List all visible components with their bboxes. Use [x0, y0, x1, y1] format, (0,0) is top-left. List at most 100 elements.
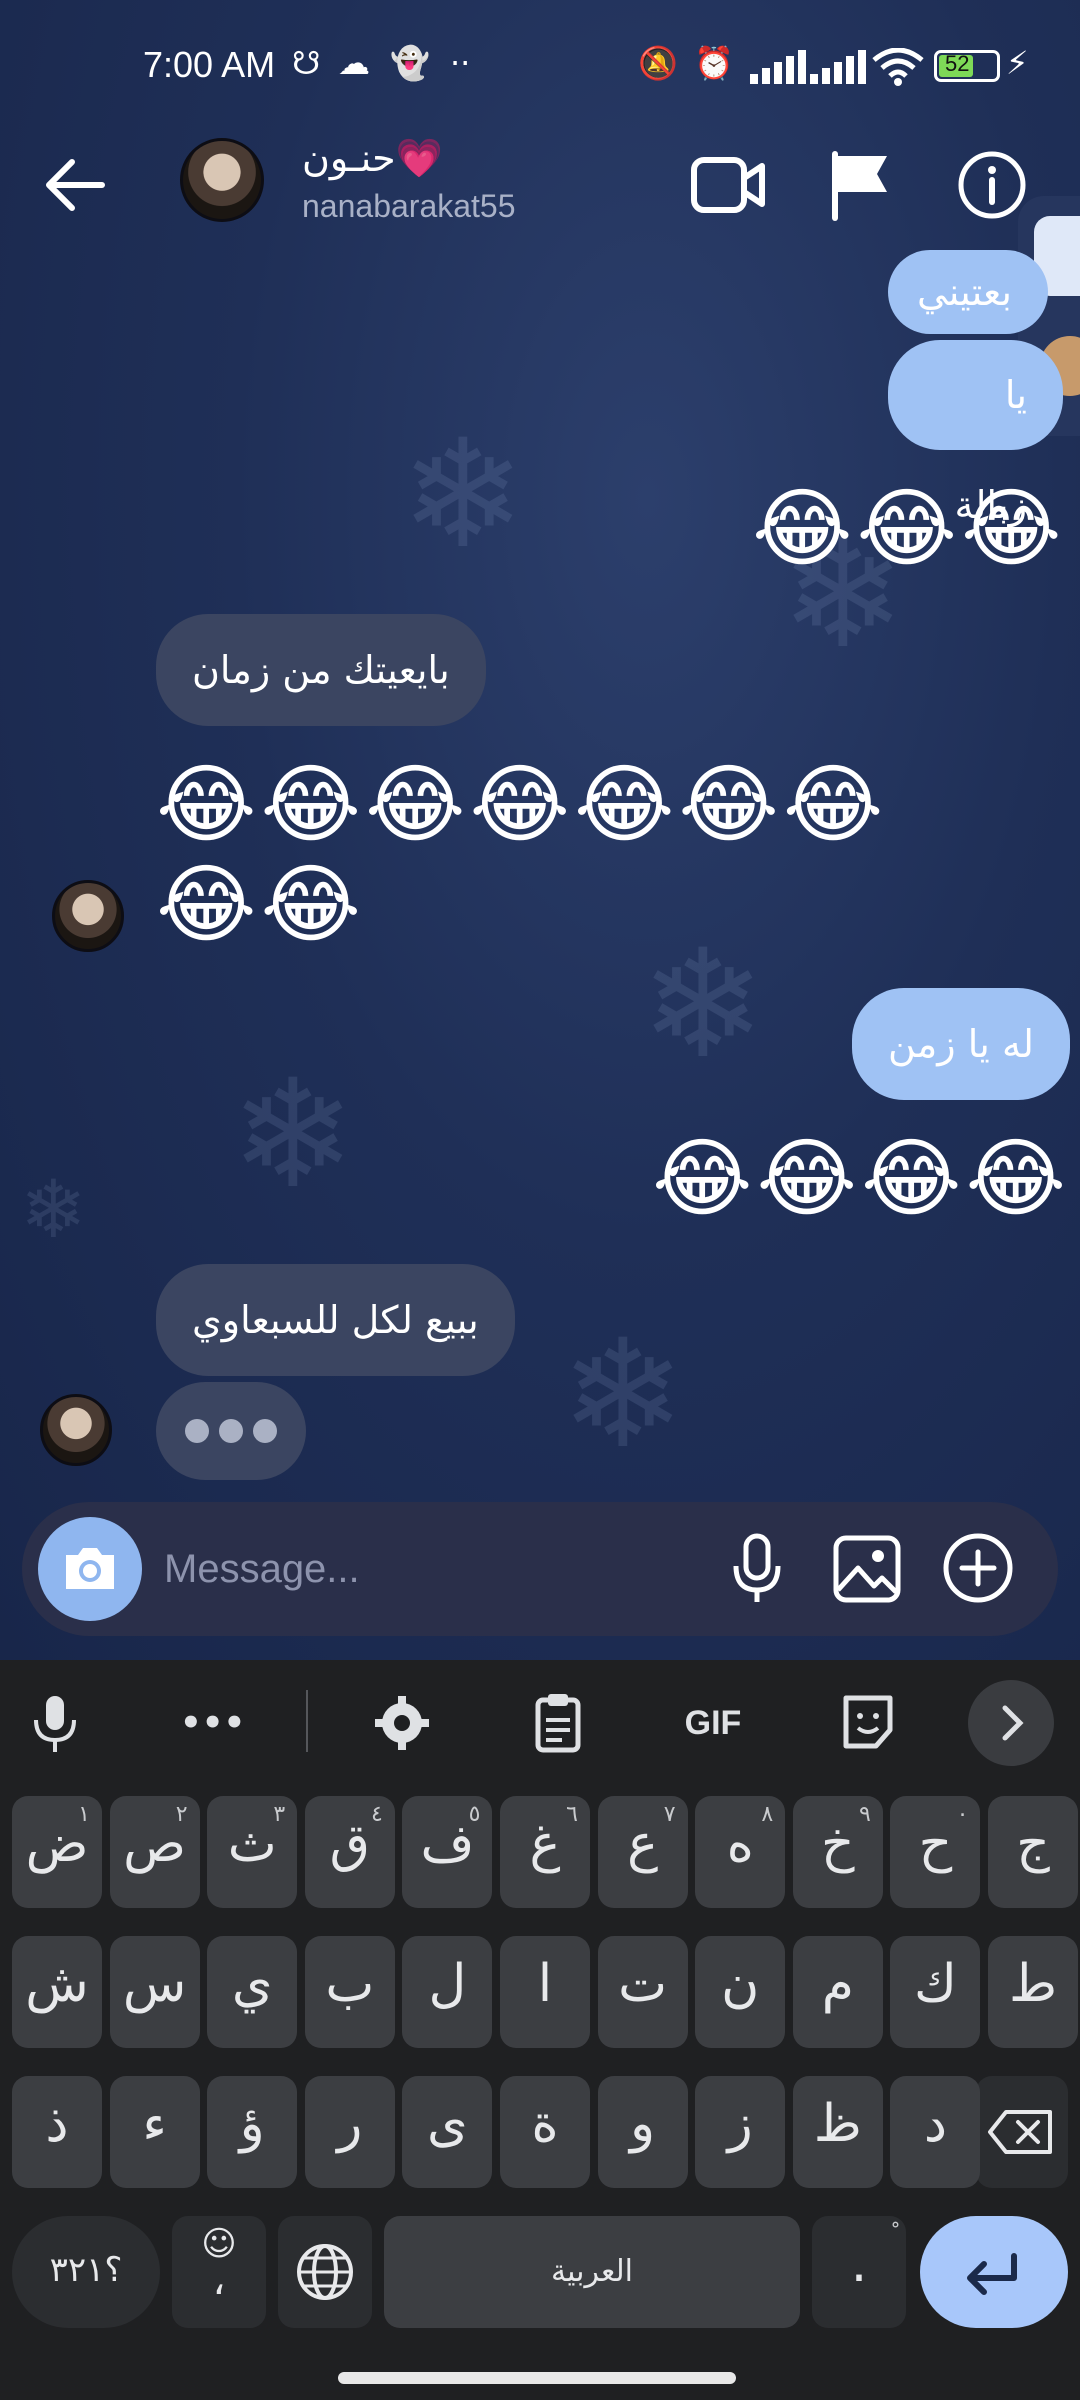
key-label: ي — [231, 1954, 273, 2014]
letter-key[interactable]: غ٦ — [500, 1796, 590, 1908]
emoji-message-out[interactable]: 😂😂😂😂 — [652, 1136, 1070, 1222]
letter-key[interactable]: ح٠ — [890, 1796, 981, 1908]
emoji-comma-key[interactable]: ☺ ، — [172, 2216, 266, 2328]
letter-key[interactable]: ش — [12, 1936, 102, 2048]
battery-level: 52 — [945, 51, 970, 76]
message-bubble-in[interactable]: بايعيتك من زمان — [156, 614, 486, 726]
letter-key[interactable]: س — [109, 1936, 200, 2048]
key-label: م — [821, 1954, 854, 2014]
letter-key[interactable]: ق٤ — [304, 1796, 395, 1908]
key-hint: ٤ — [370, 1802, 383, 1827]
back-button[interactable] — [40, 150, 110, 220]
mute-icon: 🔕 — [638, 44, 678, 82]
message-bubble-out[interactable]: له يا زمن — [852, 988, 1070, 1100]
key-hint: ٩ — [858, 1802, 871, 1827]
more-notifications-icon: ·· — [450, 44, 471, 82]
enter-icon — [967, 2253, 1017, 2295]
letter-key[interactable]: ث٣ — [207, 1796, 298, 1908]
numbers-key[interactable]: ؟٣٢١ — [12, 2216, 160, 2328]
letter-key[interactable]: ذ — [12, 2076, 102, 2188]
letter-key[interactable]: ب — [304, 1936, 395, 2048]
contact-avatar[interactable] — [180, 138, 264, 222]
notification-icon: ☋ — [292, 44, 321, 82]
key-label: ؤ — [239, 2094, 265, 2154]
letter-key[interactable]: ر — [304, 2076, 395, 2188]
flag-button[interactable] — [825, 148, 895, 222]
key-label: ك — [913, 1954, 957, 2014]
letter-key[interactable]: د — [890, 2076, 981, 2188]
letter-key[interactable]: م — [792, 1936, 883, 2048]
battery-icon: 52 — [934, 50, 1000, 82]
emoji-message-in[interactable]: 😂😂😂😂😂😂😂 — [156, 762, 887, 848]
charging-icon: ⚡ — [1006, 44, 1029, 82]
key-label: د — [923, 2094, 947, 2154]
gallery-button[interactable] — [830, 1532, 904, 1606]
status-bar: 7:00 AM ☋ ☁ 👻 ·· 🔕 ⏰ 52 ⚡ — [0, 0, 1080, 130]
sender-avatar[interactable] — [40, 1394, 112, 1466]
typing-dot — [185, 1419, 209, 1443]
home-indicator[interactable] — [338, 2372, 736, 2384]
letter-key[interactable]: ي — [207, 1936, 298, 2048]
letter-key[interactable]: ى — [402, 2076, 493, 2188]
toolbar-divider — [306, 1690, 308, 1752]
language-key[interactable] — [278, 2216, 372, 2328]
clipboard-icon[interactable] — [530, 1690, 586, 1756]
letter-key[interactable]: و — [597, 2076, 688, 2188]
sticker-icon[interactable] — [840, 1690, 896, 1756]
key-label: ش — [25, 1954, 89, 2014]
key-label: ل — [428, 1954, 467, 2014]
letter-key[interactable]: ؤ — [207, 2076, 298, 2188]
letter-key[interactable]: ظ — [792, 2076, 883, 2188]
key-label: ت — [618, 1954, 668, 2014]
more-options-button[interactable]: ••• — [180, 1690, 245, 1756]
letter-key[interactable]: خ٩ — [792, 1796, 883, 1908]
period-key[interactable]: ْ . — [812, 2216, 906, 2328]
letter-key[interactable]: ا — [500, 1936, 590, 2048]
letter-key[interactable]: ن — [695, 1936, 786, 2048]
letter-key[interactable]: ط — [988, 1936, 1078, 2048]
voice-input-button[interactable] — [28, 1690, 82, 1756]
letter-key[interactable]: ل — [402, 1936, 493, 2048]
letter-key[interactable]: ء — [109, 2076, 200, 2188]
mic-button[interactable] — [722, 1532, 792, 1606]
key-label: ة — [531, 2094, 559, 2154]
snapchat-icon: 👻 — [390, 44, 430, 82]
key-hint: ٦ — [566, 1802, 578, 1827]
add-button[interactable] — [940, 1530, 1016, 1606]
info-button[interactable] — [955, 148, 1029, 222]
letter-key[interactable]: ه٨ — [695, 1796, 786, 1908]
letter-key[interactable]: ص٢ — [109, 1796, 200, 1908]
letter-key[interactable]: ج — [988, 1796, 1078, 1908]
letter-key[interactable]: ض١ — [12, 1796, 102, 1908]
contact-name[interactable]: حنـون💗 — [302, 136, 443, 181]
letter-key[interactable]: ف٥ — [402, 1796, 493, 1908]
key-label: ظ — [813, 2094, 862, 2154]
key-label: س — [122, 1954, 187, 2014]
sender-avatar[interactable] — [52, 880, 124, 952]
message-bubble-in[interactable]: ببيع لكل للسبعاوي — [156, 1264, 515, 1376]
backspace-key[interactable] — [976, 2076, 1068, 2188]
key-hint: ٢ — [175, 1802, 188, 1827]
contact-username[interactable]: nanabarakat55 — [302, 188, 516, 225]
emoji-message-out[interactable]: 😂😂😂 — [752, 486, 1065, 572]
letter-key[interactable]: ة — [500, 2076, 590, 2188]
cloud-icon: ☁ — [338, 44, 370, 82]
video-call-button[interactable] — [690, 150, 766, 220]
message-bubble-out[interactable]: يا زبالة — [888, 340, 1063, 527]
expand-toolbar-button[interactable] — [968, 1680, 1054, 1766]
enter-key[interactable] — [920, 2216, 1068, 2328]
camera-button[interactable] — [38, 1517, 142, 1621]
message-bubble-out[interactable]: بعتيني — [888, 250, 1048, 334]
key-label: و — [630, 2094, 656, 2154]
backspace-icon — [988, 2110, 1052, 2154]
letter-key[interactable]: ت — [597, 1936, 688, 2048]
status-time: 7:00 AM — [143, 44, 276, 85]
letter-key[interactable]: ز — [695, 2076, 786, 2188]
emoji-message-in[interactable]: 😂😂 — [156, 862, 365, 948]
letter-key[interactable]: ك — [890, 1936, 981, 2048]
settings-icon[interactable] — [372, 1690, 432, 1756]
space-key[interactable]: العربية — [384, 2216, 800, 2328]
gif-button[interactable]: GIF — [676, 1690, 750, 1756]
message-input[interactable] — [164, 1532, 724, 1606]
letter-key[interactable]: ع٧ — [597, 1796, 688, 1908]
